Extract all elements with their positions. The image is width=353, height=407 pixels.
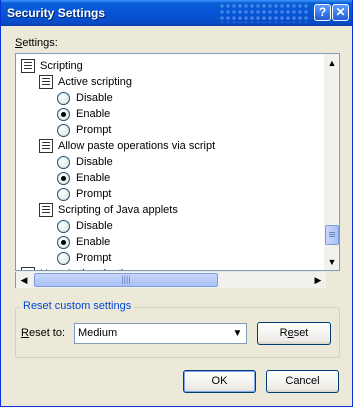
reset-group-label: Reset custom settings — [20, 300, 135, 312]
scroll-up-arrow-icon[interactable]: ▲ — [324, 55, 339, 71]
radio-option-prompt[interactable]: Prompt — [16, 186, 322, 202]
scroll-left-arrow-icon[interactable]: ◀ — [16, 272, 32, 288]
reset-button[interactable]: Reset — [257, 322, 331, 345]
vertical-scrollbar[interactable]: ▲ ▼ — [324, 54, 339, 270]
script-icon — [21, 59, 35, 73]
tree-item-label: Scripting of Java applets — [58, 204, 178, 216]
radio-option-disable[interactable]: Disable — [16, 90, 322, 106]
tree-item-label: Scripting — [40, 60, 83, 72]
radio-option-disable[interactable]: Disable — [16, 154, 322, 170]
reset-to-label: Reset to: — [21, 327, 66, 339]
horizontal-scrollbar[interactable]: ◀ |||| ▶ — [15, 272, 326, 288]
radio-button[interactable] — [57, 92, 70, 105]
radio-option-enable[interactable]: Enable — [16, 170, 322, 186]
tree-item-label: Enable — [76, 172, 111, 184]
script-icon — [39, 139, 53, 153]
tree-category: User Authentication — [16, 266, 322, 270]
scroll-right-arrow-icon[interactable]: ▶ — [310, 272, 326, 288]
titlebar-decoration — [219, 3, 309, 23]
horizontal-scroll-thumb[interactable]: |||| — [34, 273, 218, 287]
ok-button[interactable]: OK — [183, 370, 256, 393]
settings-tree[interactable]: Scripting Active scripting Disable Enable Pr… — [15, 53, 340, 271]
user-auth-icon — [21, 267, 35, 270]
window-title: Security Settings — [7, 6, 106, 20]
title-bar[interactable]: Security Settings ? ✕ — [1, 0, 352, 26]
reset-level-value: Medium — [78, 327, 118, 339]
tree-item-label: Disable — [76, 220, 113, 232]
reset-level-select[interactable]: Medium ▼ — [74, 323, 247, 344]
tree-setting: Scripting of Java applets — [16, 202, 322, 218]
radio-button[interactable] — [57, 252, 70, 265]
tree-item-label: Prompt — [76, 124, 112, 136]
chevron-down-icon[interactable]: ▼ — [229, 324, 246, 343]
tree-item-label: Active scripting — [58, 76, 132, 88]
radio-option-enable[interactable]: Enable — [16, 106, 322, 122]
tree-item-label: Disable — [76, 156, 113, 168]
tree-setting: Allow paste operations via script — [16, 138, 322, 154]
close-button[interactable]: ✕ — [332, 4, 349, 21]
cancel-button[interactable]: Cancel — [266, 370, 339, 393]
tree-item-label: Prompt — [76, 188, 112, 200]
radio-button[interactable] — [57, 124, 70, 137]
script-icon — [39, 75, 53, 89]
scroll-down-arrow-icon[interactable]: ▼ — [324, 254, 339, 270]
radio-button[interactable] — [57, 108, 70, 121]
tree-setting: Active scripting — [16, 74, 322, 90]
tree-category: Scripting — [16, 58, 322, 74]
radio-button[interactable] — [57, 156, 70, 169]
radio-option-disable[interactable]: Disable — [16, 218, 322, 234]
tree-item-label: Prompt — [76, 252, 112, 264]
tree-item-label: User Authentication — [40, 266, 135, 270]
tree-item-label: Disable — [76, 92, 113, 104]
settings-label: Settings: — [15, 37, 58, 49]
help-button[interactable]: ? — [314, 4, 331, 21]
radio-option-prompt[interactable]: Prompt — [16, 122, 322, 138]
tree-item-label: Enable — [76, 236, 111, 248]
radio-button[interactable] — [57, 236, 70, 249]
radio-button[interactable] — [57, 172, 70, 185]
vertical-scroll-thumb[interactable] — [325, 225, 339, 245]
radio-button[interactable] — [57, 188, 70, 201]
radio-option-prompt[interactable]: Prompt — [16, 250, 322, 266]
tree-item-label: Allow paste operations via script — [58, 140, 216, 152]
tree-item-label: Enable — [76, 108, 111, 120]
security-settings-dialog: Security Settings ? ✕ Settings: Scriptin… — [0, 0, 353, 407]
radio-option-enable[interactable]: Enable — [16, 234, 322, 250]
radio-button[interactable] — [57, 220, 70, 233]
script-icon — [39, 203, 53, 217]
